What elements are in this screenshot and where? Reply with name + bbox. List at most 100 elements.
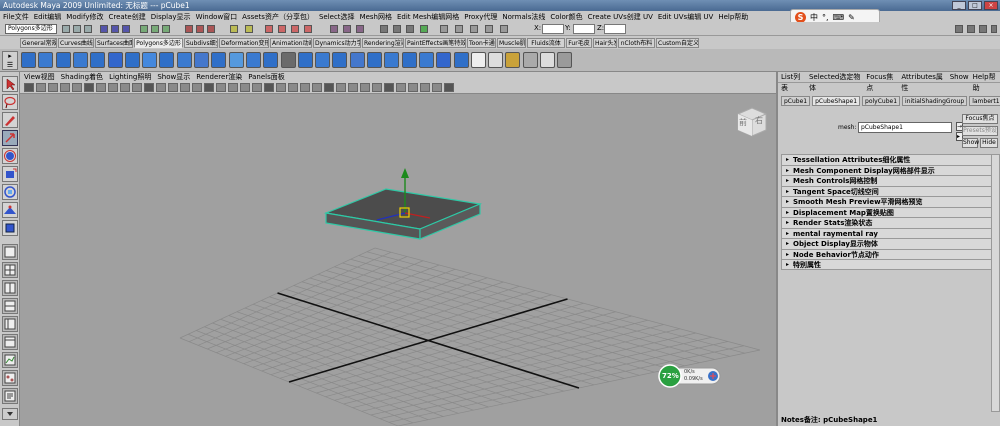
- panel-tool-icon[interactable]: [120, 83, 130, 92]
- render-settings-icon[interactable]: [207, 25, 215, 33]
- trax-editor-icon[interactable]: [485, 25, 493, 33]
- shelf-tool-icon[interactable]: [211, 52, 227, 68]
- panel-tool-icon[interactable]: [384, 83, 394, 92]
- section-expand-icon[interactable]: ▸: [786, 166, 789, 176]
- shelf-tool-icon[interactable]: [436, 52, 452, 68]
- shelf-tool-icon[interactable]: [280, 52, 296, 68]
- shelf-tool-icon[interactable]: [55, 52, 71, 68]
- attr-node-tab[interactable]: polyCube1: [862, 96, 901, 106]
- shelf-tool-icon[interactable]: [107, 52, 123, 68]
- panel-tool-icon[interactable]: [48, 83, 58, 92]
- panel-tool-icon[interactable]: [192, 83, 202, 92]
- attr-menu-item[interactable]: Help帮助: [973, 72, 1000, 92]
- menu-item[interactable]: Display显示: [151, 12, 191, 22]
- construction-history-icon[interactable]: [245, 25, 253, 33]
- maximize-icon[interactable]: □: [968, 1, 982, 10]
- shelf-menu-button[interactable]: ▸ ☰: [2, 51, 18, 70]
- keyframe-icon[interactable]: [343, 25, 351, 33]
- panel-menu-item[interactable]: Lighting照明: [109, 72, 151, 82]
- attr-section-header[interactable]: ▸ 特别属性: [781, 259, 999, 270]
- shelf-tool-icon[interactable]: [228, 52, 244, 68]
- graph-editor-icon[interactable]: [470, 25, 478, 33]
- select-component-icon[interactable]: [122, 25, 130, 33]
- panel-menu-item[interactable]: Show显示: [157, 72, 190, 82]
- attr-menu-item[interactable]: Focus焦点: [866, 72, 897, 92]
- layout-four-pane-icon[interactable]: [2, 262, 18, 278]
- shelf-tab[interactable]: Dynamics动力学: [313, 38, 361, 48]
- magnet-curve-icon[interactable]: [278, 25, 286, 33]
- camera-icon[interactable]: [356, 25, 364, 33]
- section-expand-icon[interactable]: ▸: [786, 155, 789, 165]
- attr-node-tab[interactable]: initialShadingGroup: [902, 96, 968, 106]
- panel-tool-icon[interactable]: [276, 83, 286, 92]
- layout-hypershade-icon[interactable]: [2, 316, 18, 332]
- panel-tool-icon[interactable]: [324, 83, 334, 92]
- attr-section-header[interactable]: ▸ Render Stats渲染状态: [781, 217, 999, 228]
- shelf-tab[interactable]: PaintEffects画笔特效: [405, 38, 466, 48]
- shelf-tool-icon[interactable]: [540, 52, 555, 68]
- panel-menu-item[interactable]: Panels面板: [248, 72, 285, 82]
- mesh-name-field[interactable]: pCubeShape1: [858, 122, 952, 133]
- attr-section-header[interactable]: ▸ Node Behavior节点动作: [781, 248, 999, 259]
- shelf-tool-icon[interactable]: [488, 52, 504, 68]
- panel-tool-icon[interactable]: [444, 83, 454, 92]
- panel-tool-icon[interactable]: [72, 83, 82, 92]
- shelf-tool-icon[interactable]: [505, 52, 521, 68]
- magnet-icon[interactable]: [265, 25, 273, 33]
- focus-button[interactable]: Focus焦点: [962, 114, 998, 124]
- lasso-tool-icon[interactable]: [2, 94, 18, 110]
- show-layer-editor-icon[interactable]: [991, 25, 997, 33]
- shelf-tool-icon[interactable]: [263, 52, 279, 68]
- menu-item[interactable]: Color颜色: [550, 12, 582, 22]
- shelf-tool-icon[interactable]: [176, 52, 192, 68]
- section-expand-icon[interactable]: ▸: [786, 176, 789, 186]
- attr-section-header[interactable]: ▸ Tessellation Attributes细化属性: [781, 154, 999, 165]
- menu-item[interactable]: Create UVs创建 UV: [588, 12, 653, 22]
- shelf-tool-icon[interactable]: [297, 52, 313, 68]
- show-tool-settings-icon[interactable]: [979, 25, 987, 33]
- section-expand-icon[interactable]: ▸: [786, 208, 789, 218]
- snap-curve-icon[interactable]: [151, 25, 159, 33]
- panel-tool-icon[interactable]: [132, 83, 142, 92]
- menu-set-dropdown[interactable]: Polygons多边形: [5, 24, 57, 34]
- shelf-tab[interactable]: Animation动画: [270, 38, 312, 48]
- snap-point-icon[interactable]: [162, 25, 170, 33]
- section-expand-icon[interactable]: ▸: [786, 187, 789, 197]
- shelf-tool-icon[interactable]: [557, 52, 573, 68]
- shelf-tool-icon[interactable]: [194, 52, 209, 68]
- panel-tool-icon[interactable]: [408, 83, 418, 92]
- new-scene-icon[interactable]: [62, 25, 70, 33]
- section-expand-icon[interactable]: ▸: [786, 229, 789, 239]
- panel-tool-icon[interactable]: [300, 83, 310, 92]
- attr-node-tab[interactable]: pCubeShape1: [812, 96, 861, 106]
- layout-single-icon[interactable]: [380, 25, 388, 33]
- panel-menu-item[interactable]: View视图: [24, 72, 55, 82]
- close-icon[interactable]: ×: [984, 1, 998, 10]
- minimize-icon[interactable]: _: [952, 1, 966, 10]
- scale-tool-icon[interactable]: [2, 166, 18, 182]
- z-field[interactable]: [604, 24, 626, 34]
- attr-section-header[interactable]: ▸ Mesh Controls网格控制: [781, 175, 999, 186]
- magnet-surface-icon[interactable]: [304, 25, 312, 33]
- ime-punctuation-icon[interactable]: °,: [822, 13, 829, 22]
- panel-tool-icon[interactable]: [432, 83, 442, 92]
- panel-tool-icon[interactable]: [60, 83, 70, 92]
- panel-tool-icon[interactable]: [168, 83, 178, 92]
- shelf-tool-icon[interactable]: [453, 52, 469, 68]
- show-attribute-editor-icon[interactable]: [967, 25, 975, 33]
- attr-node-tab[interactable]: pCube1: [781, 96, 811, 106]
- shelf-tool-icon[interactable]: [21, 52, 36, 68]
- layout-menu-icon[interactable]: [2, 408, 18, 420]
- layout-script-icon[interactable]: [2, 388, 18, 404]
- layout-outliner-icon[interactable]: [2, 334, 18, 350]
- select-hierarchy-icon[interactable]: [100, 25, 108, 33]
- shelf-tab[interactable]: Custom自定义: [656, 38, 699, 48]
- shelf-tool-icon[interactable]: [332, 52, 348, 68]
- rotate-tool-icon[interactable]: [2, 148, 18, 164]
- paint-select-tool-icon[interactable]: [2, 112, 18, 128]
- menu-item[interactable]: Help帮助: [718, 12, 748, 22]
- panel-menu-item[interactable]: Renderer渲染: [196, 72, 242, 82]
- shelf-tab[interactable]: nCloth布料: [618, 38, 655, 48]
- panel-tool-icon[interactable]: [372, 83, 382, 92]
- section-expand-icon[interactable]: ▸: [786, 218, 789, 228]
